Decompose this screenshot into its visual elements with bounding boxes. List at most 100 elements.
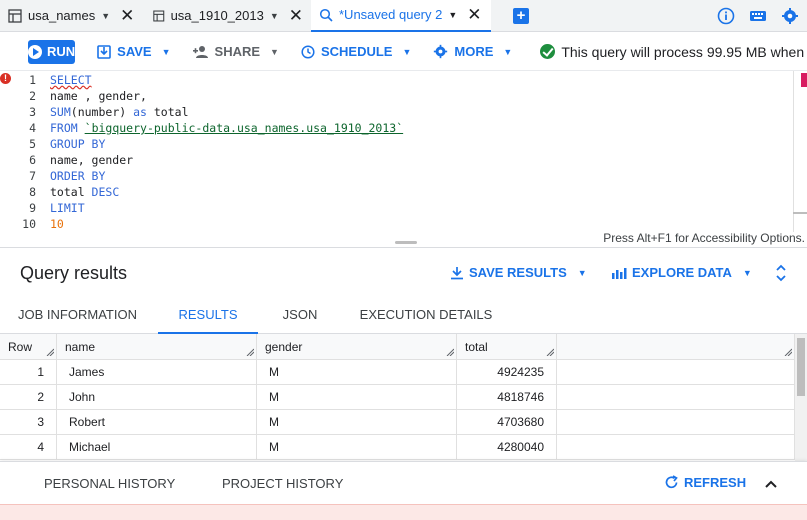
tab-job-information[interactable]: JOB INFORMATION <box>0 298 155 334</box>
code-token: total <box>146 105 189 119</box>
gender-cell: M <box>257 360 457 384</box>
settings-gear-icon[interactable] <box>781 7 799 25</box>
column-header-label: name <box>65 340 96 354</box>
code-text: ORDER BY <box>50 168 105 184</box>
save-results-button[interactable]: SAVE RESULTS ▼ <box>450 265 587 280</box>
tab-project-history[interactable]: PROJECT HISTORY <box>222 476 343 491</box>
refresh-button[interactable]: REFRESH <box>664 475 746 490</box>
code-token: name, gender <box>50 153 134 167</box>
info-icon[interactable] <box>717 7 735 25</box>
caret-down-icon: ▼ <box>577 267 587 278</box>
gender-cell: M <box>257 385 457 409</box>
row-number-cell: 4 <box>0 435 57 459</box>
explore-data-button[interactable]: EXPLORE DATA ▼ <box>611 265 752 280</box>
code-token: `bigquery-public-data.usa_names.usa_1910… <box>84 121 404 135</box>
scrollbar-thumb[interactable] <box>793 212 807 214</box>
resize-grip-icon[interactable] <box>446 348 454 356</box>
table-scrollbar[interactable] <box>795 334 807 461</box>
keyboard-icon[interactable] <box>749 7 767 25</box>
tab-json[interactable]: JSON <box>270 298 330 334</box>
tab-unsaved-query[interactable]: *Unsaved query 2 ▼ ✕ <box>311 0 491 32</box>
gender-cell: M <box>257 435 457 459</box>
table-row[interactable]: 1 James M 4924235 <box>0 360 795 385</box>
scrollbar-thumb[interactable] <box>797 338 805 396</box>
line-number: 9 <box>29 201 36 215</box>
caret-down-icon[interactable]: ▼ <box>448 10 457 20</box>
schedule-button[interactable]: SCHEDULE ▼ <box>301 44 411 59</box>
accessibility-hint: Press Alt+F1 for Accessibility Options. <box>603 231 805 245</box>
code-token: total <box>50 185 92 199</box>
caret-down-icon: ▼ <box>270 46 279 57</box>
chevron-up-icon[interactable] <box>763 476 779 492</box>
explore-data-label: EXPLORE DATA <box>632 265 732 280</box>
caret-down-icon: ▼ <box>161 46 171 57</box>
code-token: GROUP BY <box>50 137 106 151</box>
run-button[interactable]: RUN <box>28 39 76 64</box>
table-header-row: Row name gender total <box>0 334 795 360</box>
resize-grip-icon[interactable] <box>784 348 792 356</box>
more-button[interactable]: MORE ▼ <box>433 44 512 59</box>
line-number: 1 <box>29 73 36 87</box>
code-token: as <box>133 105 147 119</box>
save-label: SAVE <box>117 44 152 59</box>
resize-grip-icon[interactable] <box>246 348 254 356</box>
code-token: (number) <box>70 105 134 119</box>
history-panel-bar: PERSONAL HISTORY PROJECT HISTORY REFRESH <box>0 461 807 504</box>
close-icon[interactable]: ✕ <box>289 7 303 24</box>
more-label: MORE <box>454 44 494 59</box>
code-text: SUM(number) as total <box>50 104 189 120</box>
refresh-icon <box>665 475 678 489</box>
code-text: total DESC <box>50 184 119 200</box>
name-cell: James <box>57 360 257 384</box>
editor-divider <box>0 247 807 248</box>
add-tab-icon[interactable]: + <box>513 7 529 24</box>
tabbar-actions <box>717 0 799 32</box>
download-icon <box>451 266 463 279</box>
tab-execution-details[interactable]: EXECUTION DETAILS <box>352 298 500 334</box>
caret-down-icon[interactable]: ▼ <box>270 11 279 21</box>
resize-handle[interactable] <box>395 241 417 244</box>
code-text: name, gender <box>50 152 133 168</box>
editor-scrollbar[interactable] <box>793 71 807 232</box>
clock-icon <box>301 44 315 59</box>
column-header-gender: gender <box>257 334 457 359</box>
tab-results[interactable]: RESULTS <box>158 298 258 334</box>
caret-down-icon[interactable]: ▼ <box>101 11 110 21</box>
column-header-label: Row <box>8 340 33 354</box>
schedule-label: SCHEDULE <box>320 44 393 59</box>
tab-personal-history[interactable]: PERSONAL HISTORY <box>44 476 175 491</box>
results-table: Row name gender total 1 James M 4924235 … <box>0 334 795 461</box>
code-token: LIMIT <box>50 201 85 215</box>
table-row[interactable]: 4 Michael M 4280040 <box>0 435 795 460</box>
editor-tab-bar: usa_names ▼ ✕ usa_1910_2013 ▼ ✕ *Unsaved… <box>0 0 807 32</box>
name-cell: John <box>57 385 257 409</box>
line-number: 10 <box>22 217 36 231</box>
query-results-title: Query results <box>20 263 128 283</box>
save-icon <box>97 44 111 59</box>
total-cell: 4924235 <box>457 360 557 384</box>
close-icon[interactable]: ✕ <box>120 7 134 24</box>
tab-usa-names[interactable]: usa_names ▼ ✕ <box>0 0 145 32</box>
validator-text: This query will process 99.95 MB when ru… <box>561 43 807 60</box>
resize-grip-icon[interactable] <box>46 348 54 356</box>
table-row[interactable]: 2 John M 4818746 <box>0 385 795 410</box>
tab-usa-1910-2013[interactable]: usa_1910_2013 ▼ ✕ <box>145 0 311 32</box>
code-text: name , gender, <box>50 88 147 104</box>
sql-editor[interactable]: ! 1 SELECT 2 name , gender, 3 SUM(number) as … <box>0 71 807 232</box>
table-row[interactable]: 3 Robert M 4703680 <box>0 410 795 435</box>
row-number-cell: 3 <box>0 410 57 434</box>
share-button[interactable]: SHARE ▼ <box>192 44 279 59</box>
gender-cell: M <box>257 410 457 434</box>
expand-icon[interactable] <box>773 264 789 282</box>
empty-cell <box>557 360 795 384</box>
tab-label: usa_names <box>28 8 96 23</box>
code-token: DESC <box>91 185 120 199</box>
save-button[interactable]: SAVE ▼ <box>97 44 171 59</box>
close-icon[interactable]: ✕ <box>467 6 481 23</box>
tab-label: usa_1910_2013 <box>170 8 264 23</box>
error-icon[interactable]: ! <box>0 73 11 84</box>
resize-grip-icon[interactable] <box>546 348 554 356</box>
line-number: 2 <box>29 89 36 103</box>
line-number: 5 <box>29 137 36 151</box>
